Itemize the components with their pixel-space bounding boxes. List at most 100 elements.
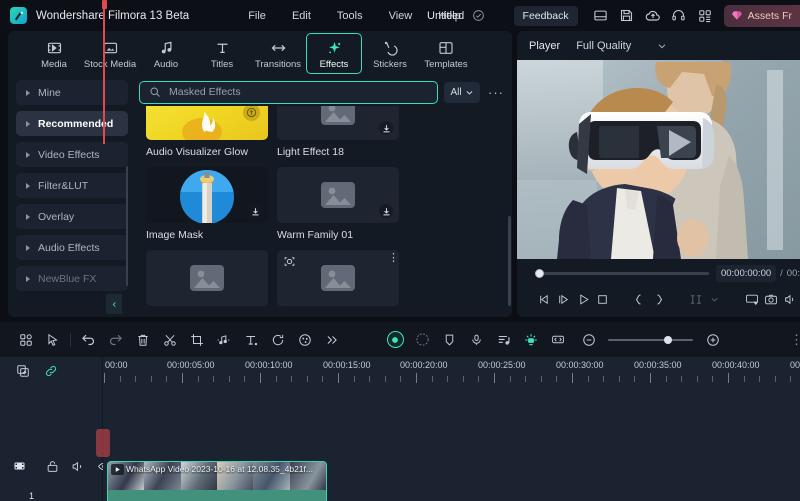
playhead-handle[interactable] — [102, 0, 107, 9]
zoom-out-icon[interactable] — [575, 322, 602, 357]
quality-dropdown[interactable]: Full Quality — [570, 38, 673, 54]
timeline-ruler[interactable]: 00:00 00:00:05:00 00:00:10:00 00:00:15:0… — [103, 357, 800, 385]
redo-icon[interactable] — [102, 322, 129, 357]
tracks-area[interactable]: WhatsApp Video 2023-10-16 at 12.08.35_4b… — [103, 385, 800, 501]
seek-handle[interactable] — [535, 268, 544, 278]
undo-icon[interactable] — [75, 322, 102, 357]
chevron-right-icon — [26, 151, 30, 158]
tab-stock-media[interactable]: Stock Media — [82, 33, 138, 74]
fit-timeline-icon[interactable] — [544, 322, 571, 357]
cloud-upload-icon[interactable] — [640, 0, 666, 31]
effect-card[interactable]: Warm Family 01 — [277, 167, 399, 241]
add-track-icon[interactable] — [16, 364, 30, 378]
playhead[interactable] — [103, 0, 105, 144]
current-timecode: 00:00:00:00 — [715, 264, 777, 282]
volume-icon[interactable] — [781, 286, 800, 312]
tab-transitions[interactable]: Transitions — [250, 33, 306, 74]
prev-frame-icon[interactable] — [535, 286, 554, 312]
category-recommended[interactable]: Recommended — [16, 111, 128, 136]
delete-icon[interactable] — [129, 322, 156, 357]
zoom-in-icon[interactable] — [699, 322, 726, 357]
category-scrollbar[interactable] — [126, 166, 128, 286]
render-preview-icon[interactable] — [409, 322, 436, 357]
category-mine[interactable]: Mine — [16, 80, 128, 105]
media-icon — [46, 38, 63, 56]
color-palette-icon[interactable] — [291, 322, 318, 357]
tab-effects[interactable]: Effects — [306, 33, 362, 74]
more-options-icon[interactable]: ··· — [486, 82, 506, 103]
menu-tools[interactable]: Tools — [324, 6, 376, 26]
preview-stage[interactable] — [517, 60, 800, 259]
quality-value: Full Quality — [576, 39, 632, 52]
download-icon[interactable] — [379, 121, 393, 135]
fullscreen-icon[interactable] — [742, 286, 761, 312]
ruler-tick — [447, 376, 449, 382]
download-icon[interactable] — [248, 204, 262, 218]
image-placeholder-icon — [321, 106, 355, 125]
marker-icon[interactable] — [436, 322, 463, 357]
snapshot-icon[interactable] — [761, 286, 780, 312]
rotate-icon[interactable] — [264, 322, 291, 357]
effect-card[interactable]: Audio Visualizer Glow — [146, 106, 268, 158]
mark-in-icon[interactable] — [630, 286, 649, 312]
import-icon[interactable] — [588, 0, 614, 31]
chevron-down-icon[interactable] — [705, 286, 724, 312]
record-voice-icon[interactable] — [381, 322, 409, 357]
text-tool-icon[interactable] — [237, 322, 264, 357]
tab-templates[interactable]: Templates — [418, 33, 474, 74]
effect-card[interactable]: ⋮ — [277, 250, 399, 312]
keyframe-icon[interactable] — [517, 322, 544, 357]
tab-audio[interactable]: Audio — [138, 33, 194, 74]
audio-note-icon — [159, 38, 174, 56]
download-icon[interactable] — [379, 204, 393, 218]
category-filter-lut[interactable]: Filter&LUT — [16, 173, 128, 198]
audio-detach-icon[interactable] — [210, 322, 237, 357]
timeline: 1 00:00 00:00:05:00 00:00:10:00 00:00:15… — [0, 357, 800, 501]
category-newblue-fx[interactable]: NewBlue FX — [16, 266, 128, 291]
grid-select-icon[interactable] — [12, 322, 39, 357]
crop-icon[interactable] — [183, 322, 210, 357]
split-scissors-icon[interactable] — [156, 322, 183, 357]
seek-slider[interactable] — [535, 267, 709, 279]
stop-icon[interactable] — [593, 286, 612, 312]
assets-free-button[interactable]: Assets Fr — [723, 4, 800, 27]
search-input[interactable]: Masked Effects — [139, 80, 438, 104]
play-icon[interactable] — [574, 286, 593, 312]
lock-icon[interactable] — [46, 460, 59, 473]
effect-card[interactable]: Image Mask — [146, 167, 268, 241]
save-icon[interactable] — [614, 0, 640, 31]
filter-all-dropdown[interactable]: All — [444, 81, 480, 103]
timeline-clip[interactable]: WhatsApp Video 2023-10-16 at 12.08.35_4b… — [107, 461, 327, 501]
audio-mixer-icon[interactable] — [490, 322, 517, 357]
tab-stickers[interactable]: Stickers — [362, 33, 418, 74]
more-vertical-icon[interactable]: ⋮ — [790, 333, 800, 346]
category-overlay[interactable]: Overlay — [16, 204, 128, 229]
zoom-slider-handle[interactable] — [664, 335, 672, 344]
card-more-icon[interactable]: ⋮ — [388, 253, 399, 264]
zoom-slider-track[interactable] — [608, 335, 693, 344]
effect-card[interactable] — [146, 250, 268, 312]
feedback-button[interactable]: Feedback — [513, 5, 578, 26]
tab-media[interactable]: Media — [26, 33, 82, 74]
more-chevrons-icon[interactable] — [318, 322, 345, 357]
category-audio-effects[interactable]: Audio Effects — [16, 235, 128, 260]
cursor-tool-icon[interactable] — [39, 322, 66, 357]
ruler-tick — [759, 376, 761, 382]
effects-scrollbar[interactable] — [508, 216, 511, 306]
support-icon[interactable] — [666, 0, 692, 31]
next-frame-icon[interactable] — [554, 286, 573, 312]
mic-icon[interactable] — [463, 322, 490, 357]
apps-grid-icon[interactable] — [692, 0, 718, 31]
menu-view[interactable]: View — [376, 6, 426, 26]
tab-titles[interactable]: Titles — [194, 33, 250, 74]
mute-icon[interactable] — [71, 460, 85, 473]
menu-file[interactable]: File — [235, 6, 279, 26]
menu-edit[interactable]: Edit — [279, 6, 324, 26]
effect-card[interactable]: Light Effect 18 — [277, 106, 399, 158]
collapse-sidebar-button[interactable] — [106, 294, 122, 314]
aspect-ratio-icon[interactable] — [686, 286, 705, 312]
link-icon[interactable] — [44, 364, 58, 378]
mark-out-icon[interactable] — [649, 286, 668, 312]
ruler-tick — [306, 376, 308, 382]
category-video-effects[interactable]: Video Effects — [16, 142, 128, 167]
